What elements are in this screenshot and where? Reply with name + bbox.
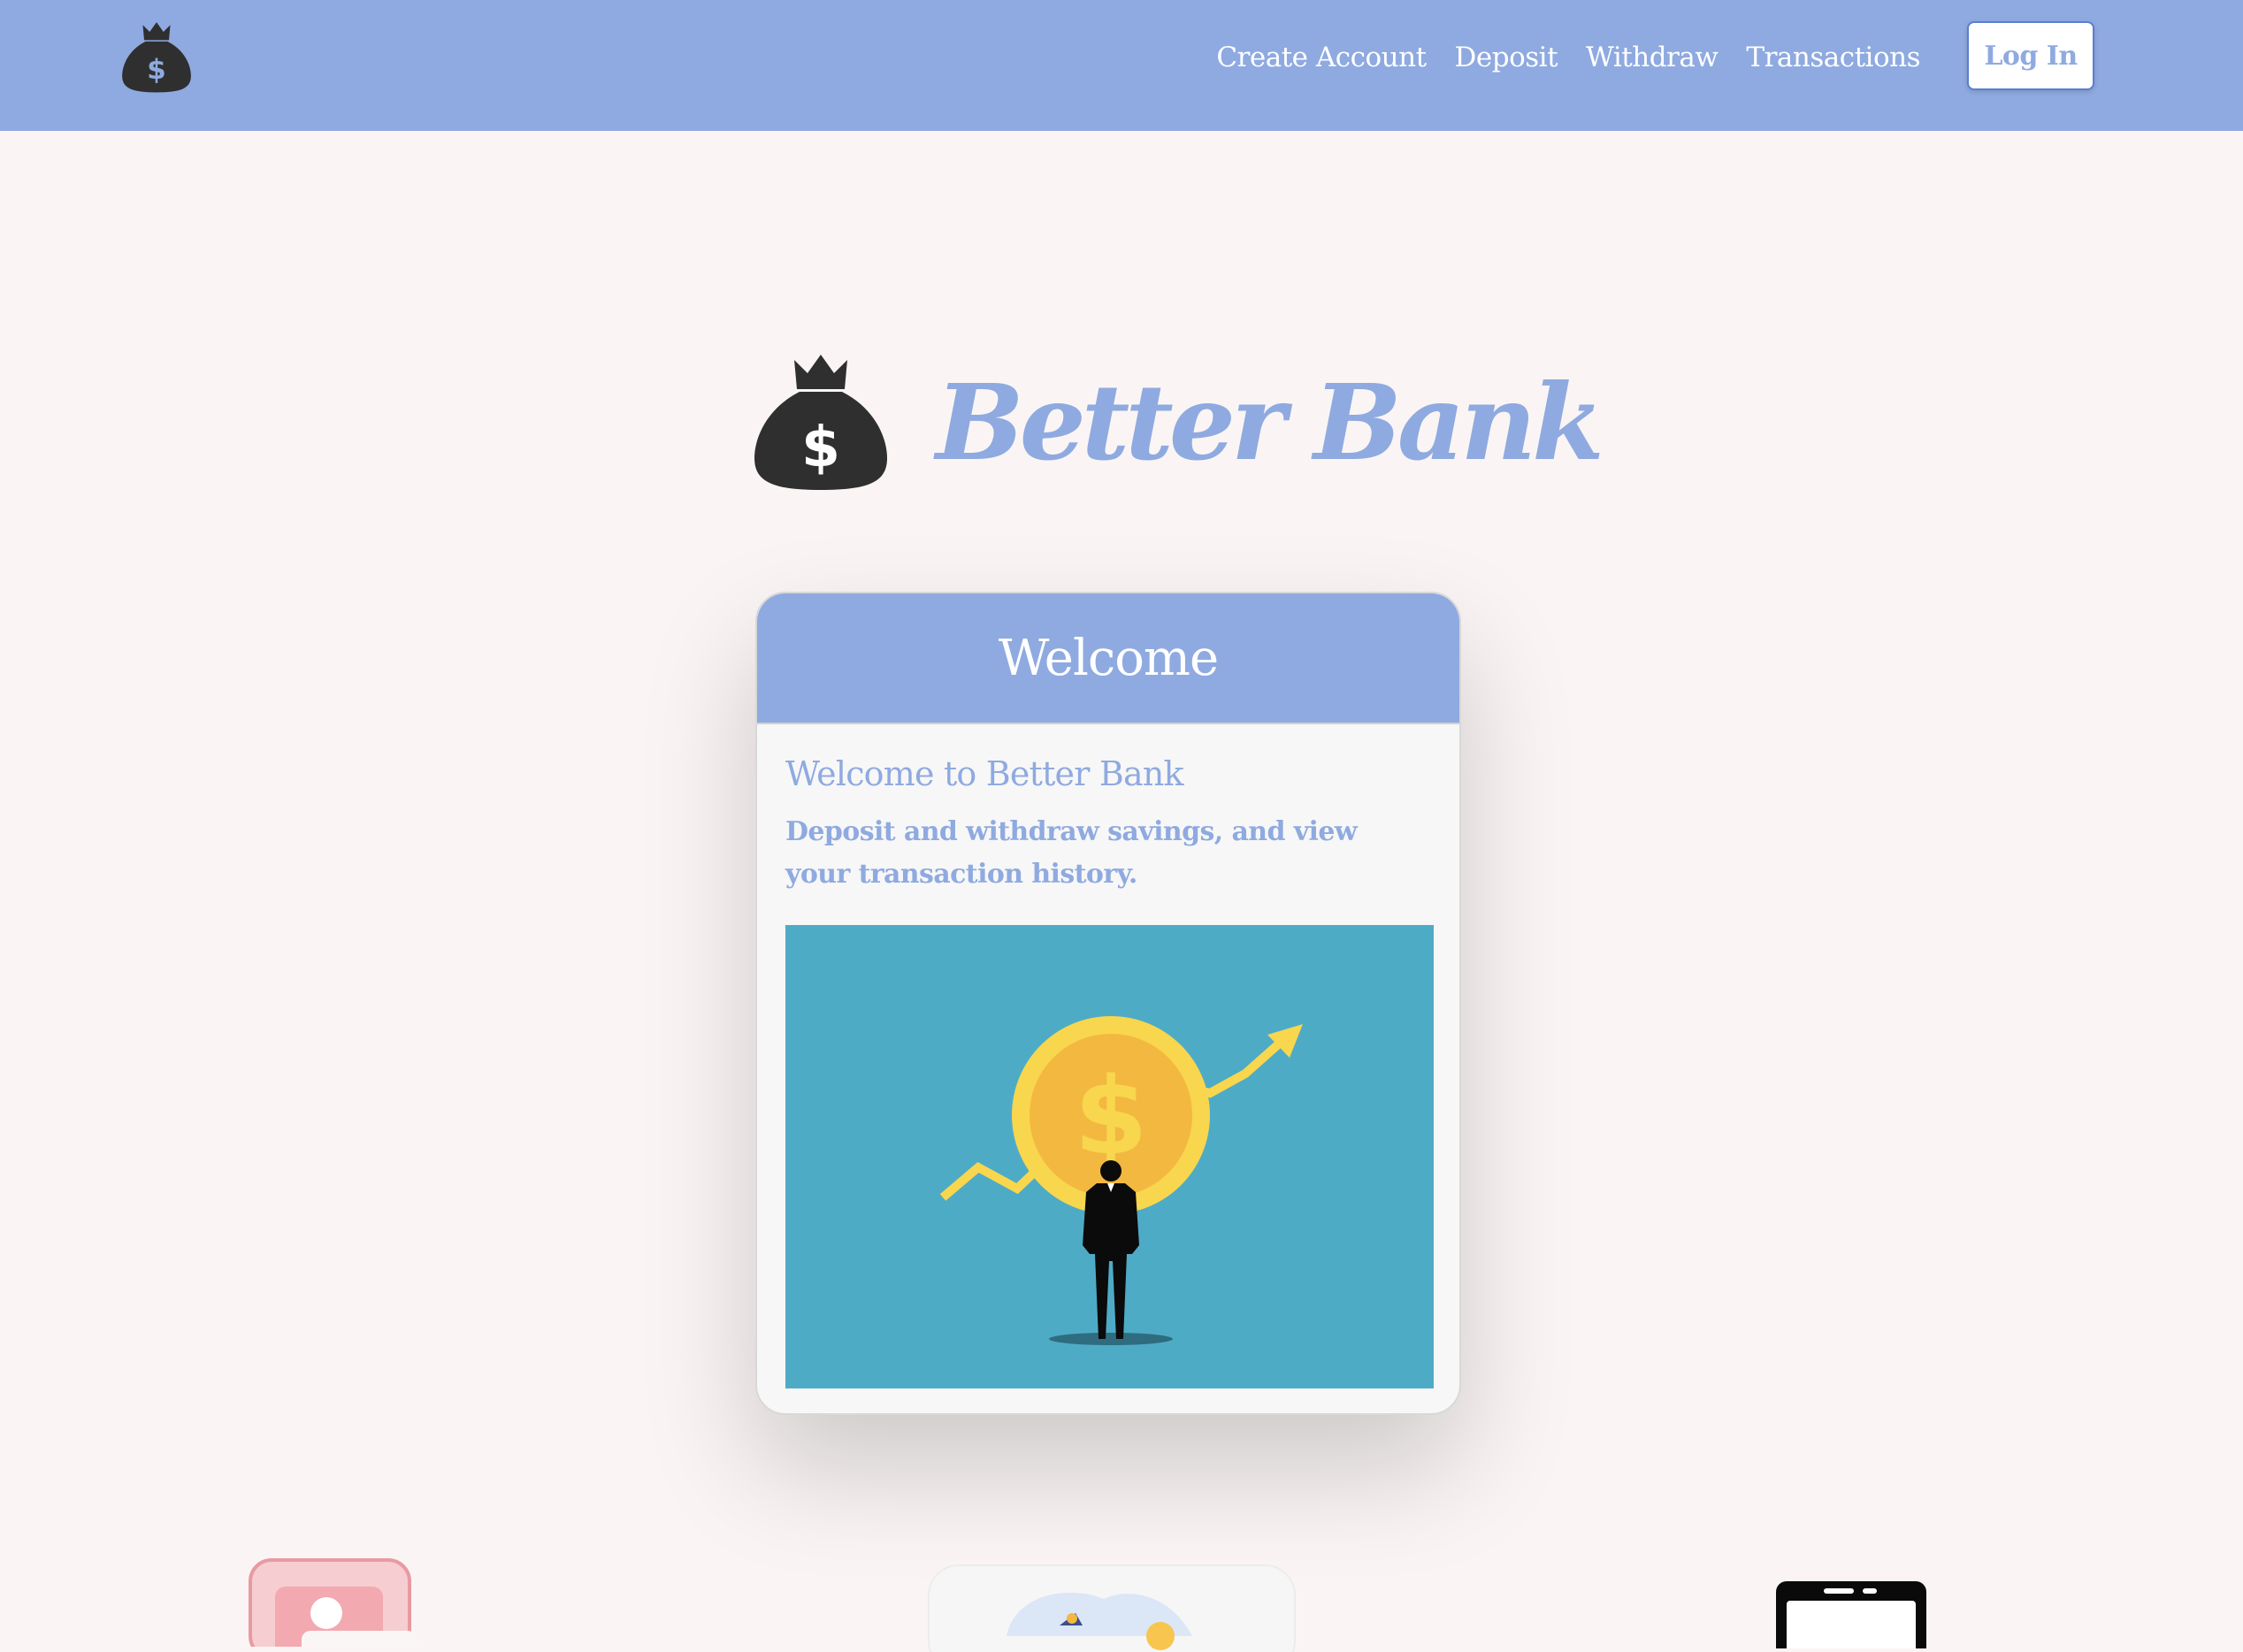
card-text: Deposit and withdraw savings, and view y… [785, 816, 1358, 890]
top-navbar: $ Create Account Deposit Withdraw Transa… [0, 0, 2243, 131]
card-title: Welcome to Better Bank [785, 754, 1184, 793]
mobile-device-icon [1776, 1581, 1926, 1648]
card-header: Welcome [757, 593, 1459, 724]
account-card-icon [249, 1558, 417, 1647]
money-bag-icon: $ [754, 355, 887, 490]
login-button[interactable]: Log In [1967, 21, 2094, 90]
svg-text:$: $ [147, 54, 166, 86]
welcome-card: Welcome Welcome to Better Bank Deposit a… [755, 592, 1461, 1415]
money-bag-icon[interactable]: $ [122, 19, 191, 94]
nav-deposit-link[interactable]: Deposit [1455, 42, 1558, 73]
hero-title: Better Bank [936, 361, 1604, 484]
nav-withdraw-link[interactable]: Withdraw [1586, 42, 1719, 73]
coin-growth-illustration: $ [785, 925, 1434, 1388]
deposit-illustration-icon [928, 1564, 1296, 1652]
nav-transactions-link[interactable]: Transactions [1746, 42, 1920, 73]
svg-text:$: $ [801, 415, 840, 479]
nav-create-account-link[interactable]: Create Account [1216, 42, 1427, 73]
nav-links: Create Account Deposit Withdraw Transact… [1188, 32, 1920, 83]
